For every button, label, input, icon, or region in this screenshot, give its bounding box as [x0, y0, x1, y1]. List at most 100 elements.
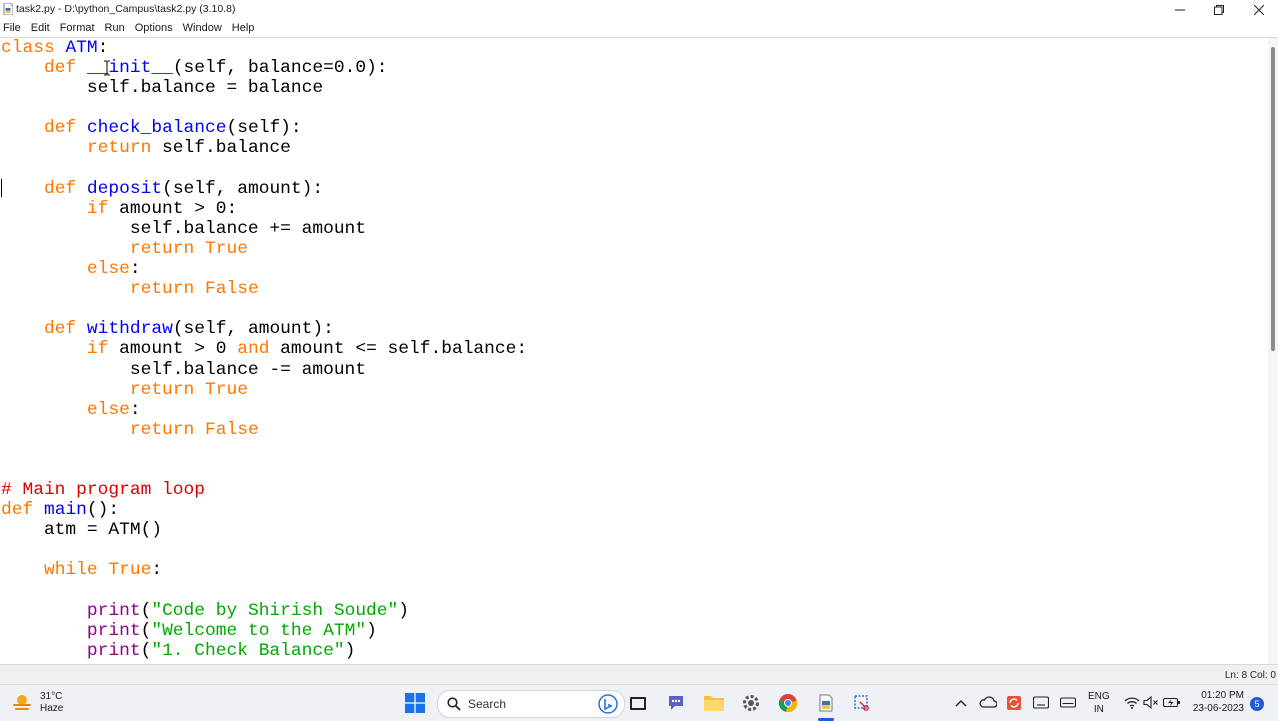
notification-badge[interactable]: 5	[1250, 697, 1264, 711]
code-line[interactable]: return True	[1, 239, 527, 259]
bing-icon	[598, 694, 618, 714]
code-line[interactable]: class ATM:	[1, 38, 527, 58]
code-token: def	[43, 118, 77, 139]
battery-charging-icon[interactable]	[1163, 696, 1181, 709]
code-line[interactable]: print("1. Check Balance")	[1, 641, 527, 661]
chevron-up-icon[interactable]	[955, 698, 967, 708]
minimize-icon	[1175, 9, 1185, 10]
code-token: self.balance -= amount	[1, 359, 367, 380]
code-line[interactable]: print("Code by Shirish Soude")	[1, 601, 527, 621]
weather-widget[interactable]: 31°C Haze	[10, 689, 63, 717]
code-line[interactable]	[1, 581, 527, 601]
chat-app-button[interactable]	[664, 691, 688, 715]
code-line[interactable]	[1, 299, 527, 319]
code-token: def	[43, 178, 77, 199]
code-token: else	[86, 399, 130, 420]
maximize-icon	[1214, 4, 1224, 15]
code-line[interactable]	[1, 98, 527, 118]
vertical-scrollbar[interactable]	[1268, 38, 1278, 664]
taskbar-search[interactable]: Search	[437, 690, 625, 718]
code-token: )	[344, 640, 356, 661]
menu-format[interactable]: Format	[56, 22, 99, 34]
code-line[interactable]: atm = ATM()	[1, 520, 527, 540]
menu-help[interactable]: Help	[228, 22, 259, 34]
code-line[interactable]: return self.balance	[1, 138, 527, 158]
code-line[interactable]: def __init__(self, balance=0.0):	[1, 58, 527, 78]
close-button[interactable]	[1240, 0, 1278, 19]
gear-icon	[743, 695, 759, 711]
onedrive-icon[interactable]	[979, 695, 997, 709]
code-line[interactable]: if amount > 0:	[1, 199, 527, 219]
menu-run[interactable]: Run	[101, 22, 129, 34]
code-line[interactable]: else:	[1, 400, 527, 420]
keyboard-icon[interactable]	[1033, 696, 1049, 709]
code-line[interactable]: if amount > 0 and amount <= self.balance…	[1, 339, 527, 359]
task-view-icon	[630, 697, 646, 710]
volume-muted-icon[interactable]	[1143, 696, 1159, 709]
settings-button[interactable]	[739, 691, 763, 715]
menu-options[interactable]: Options	[131, 22, 177, 34]
sync-icon[interactable]	[1006, 695, 1022, 711]
clock-date: 23-06-2023	[1192, 703, 1244, 714]
code-line[interactable]: self.balance += amount	[1, 219, 527, 239]
clock[interactable]: 01:20 PM 23-06-2023	[1184, 689, 1244, 715]
python-idle-button[interactable]	[814, 691, 838, 715]
code-line[interactable]: print("Welcome to the ATM")	[1, 621, 527, 641]
menu-edit[interactable]: Edit	[27, 22, 54, 34]
code-token: return	[86, 138, 152, 159]
wifi-icon[interactable]	[1124, 696, 1140, 709]
code-token: return	[129, 419, 195, 440]
code-line[interactable]: def check_balance(self):	[1, 118, 527, 138]
weather-desc: Haze	[40, 703, 64, 714]
start-button[interactable]	[403, 691, 427, 715]
language-indicator[interactable]: ENG IN	[1088, 690, 1110, 716]
code-line[interactable]: # Main program loop	[1, 480, 527, 500]
file-explorer-button[interactable]	[702, 691, 726, 715]
code-token: print	[86, 600, 141, 621]
title-bar: task2.py - D:\python_Campus\task2.py (3.…	[0, 0, 1278, 19]
code-line[interactable]: def deposit(self, amount):	[1, 179, 527, 199]
code-line[interactable]: def main():	[1, 500, 527, 520]
code-line[interactable]: self.balance = balance	[1, 78, 527, 98]
drive-icon[interactable]	[1060, 696, 1076, 709]
python-idle-icon	[819, 694, 833, 712]
taskbar: 31°C Haze Search ENG IN 01:20 PM 23-06-2…	[0, 684, 1278, 721]
search-label: Search	[468, 697, 507, 711]
code-token: :	[97, 38, 109, 58]
code-line[interactable]	[1, 460, 527, 480]
code-text[interactable]: class ATM: def __init__(self, balance=0.…	[1, 38, 527, 661]
language-code: ENG	[1088, 691, 1110, 702]
maximize-button[interactable]	[1200, 0, 1238, 19]
code-token: :	[129, 259, 141, 280]
code-line[interactable]: return False	[1, 279, 527, 299]
menu-window[interactable]: Window	[179, 22, 226, 34]
code-token: return	[129, 238, 195, 259]
menu-file[interactable]: File	[0, 22, 25, 34]
code-line[interactable]	[1, 440, 527, 460]
minimize-button[interactable]	[1161, 0, 1199, 19]
chrome-button[interactable]	[776, 691, 800, 715]
code-line[interactable]	[1, 159, 527, 179]
scrollbar-thumb[interactable]	[1271, 47, 1275, 351]
code-line[interactable]: else:	[1, 259, 527, 279]
snipping-tool-button[interactable]	[850, 691, 874, 715]
code-line[interactable]: return True	[1, 380, 527, 400]
task-view-button[interactable]	[626, 691, 650, 715]
code-line[interactable]: while True:	[1, 560, 527, 580]
code-line[interactable]	[1, 540, 527, 560]
code-line[interactable]: return False	[1, 420, 527, 440]
code-line[interactable]: self.balance -= amount	[1, 360, 527, 380]
code-editor[interactable]: class ATM: def __init__(self, balance=0.…	[0, 38, 1268, 664]
code-line[interactable]: def withdraw(self, amount):	[1, 319, 527, 339]
